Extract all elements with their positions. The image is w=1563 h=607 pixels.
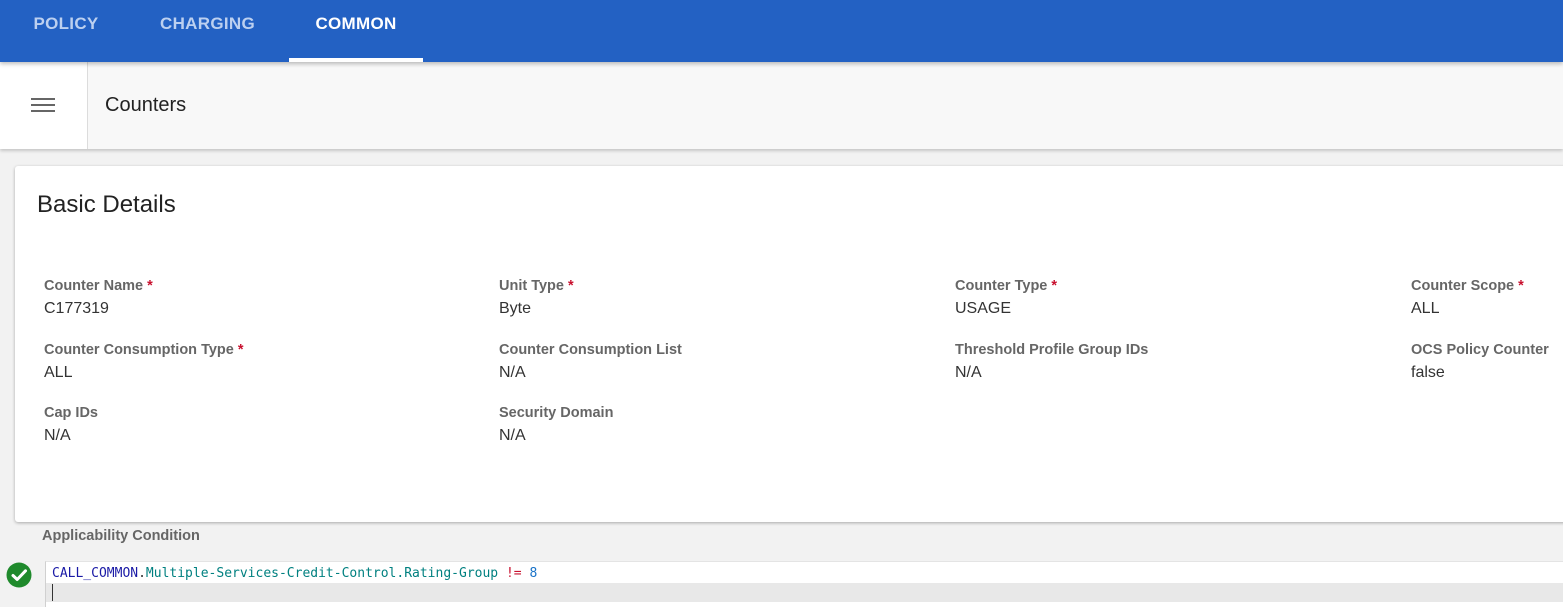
- field-label: Unit Type *: [499, 278, 574, 294]
- hamburger-menu-icon-line: [31, 104, 55, 106]
- applicability-condition-label: Applicability Condition: [42, 528, 200, 544]
- required-marker: *: [567, 278, 574, 294]
- page-title: Counters: [105, 94, 187, 116]
- field-label: Counter Consumption List: [499, 342, 682, 358]
- field-label: Threshold Profile Group IDs: [955, 342, 1149, 358]
- hamburger-menu-icon: [31, 98, 55, 100]
- required-marker: *: [1051, 278, 1058, 294]
- page-toolbar: Counters: [0, 62, 1563, 149]
- field-label: Counter Name *: [44, 278, 153, 294]
- field-value: Byte: [499, 300, 532, 317]
- active-line-highlight: [46, 583, 1563, 602]
- field-label-text: Unit Type: [499, 278, 564, 294]
- field-counter-name: Counter Name * C177319: [44, 278, 153, 318]
- field-label-text: Counter Name: [44, 278, 144, 294]
- field-label-text: Counter Type: [955, 278, 1048, 294]
- required-marker: *: [147, 278, 153, 294]
- field-label: Cap IDs: [44, 405, 98, 421]
- field-counter-consumption-list: Counter Consumption List N/A: [499, 342, 682, 382]
- code-path: Multiple-Services-Credit-Control.Rating-…: [145, 566, 499, 581]
- tab-common[interactable]: COMMON: [289, 0, 423, 62]
- field-label: OCS Policy Counter: [1411, 342, 1549, 358]
- field-cap-ids: Cap IDs N/A: [44, 405, 98, 445]
- field-label: Counter Scope *: [1411, 278, 1524, 294]
- condition-code-editor[interactable]: CALL_COMMON.Multiple-Services-Credit-Con…: [45, 561, 1563, 607]
- field-counter-type: Counter Type * USAGE: [955, 278, 1057, 318]
- check-circle-icon: [6, 562, 32, 588]
- field-label-text: Counter Scope: [1411, 278, 1515, 294]
- code-line: CALL_COMMON.Multiple-Services-Credit-Con…: [52, 566, 537, 581]
- field-value: false: [1411, 364, 1445, 381]
- field-label-text: Counter Consumption Type: [44, 342, 234, 358]
- field-label: Security Domain: [499, 405, 614, 421]
- code-operator: !=: [505, 566, 522, 581]
- tab-policy[interactable]: POLICY: [0, 0, 132, 62]
- text-cursor: [52, 584, 53, 601]
- field-value: N/A: [955, 364, 982, 381]
- required-marker: *: [237, 342, 244, 358]
- field-value: C177319: [44, 300, 109, 317]
- field-value: ALL: [1411, 300, 1440, 317]
- tab-charging[interactable]: CHARGING: [140, 0, 275, 62]
- field-label: Counter Type *: [955, 278, 1057, 294]
- top-navigation-bar: POLICY CHARGING COMMON: [0, 0, 1563, 62]
- field-value: N/A: [44, 427, 71, 444]
- basic-details-card: Basic Details Counter Name * C177319 Unit…: [15, 166, 1563, 522]
- menu-button[interactable]: [0, 62, 88, 149]
- field-unit-type: Unit Type * Byte: [499, 278, 574, 318]
- field-value: ALL: [44, 364, 73, 381]
- field-threshold-profile-group-ids: Threshold Profile Group IDs N/A: [955, 342, 1148, 382]
- field-value: USAGE: [955, 300, 1012, 317]
- card-title: Basic Details: [37, 191, 176, 218]
- field-counter-scope: Counter Scope * ALL: [1411, 278, 1524, 318]
- field-counter-consumption-type: Counter Consumption Type * ALL: [44, 342, 244, 382]
- required-marker: *: [1518, 278, 1524, 294]
- code-number: 8: [529, 566, 538, 581]
- field-label: Counter Consumption Type *: [44, 342, 244, 358]
- field-value: N/A: [499, 364, 526, 381]
- field-security-domain: Security Domain N/A: [499, 405, 613, 445]
- hamburger-menu-icon-line: [31, 110, 55, 112]
- field-ocs-policy-counter: OCS Policy Counter false: [1411, 342, 1549, 382]
- code-dot: .: [138, 566, 146, 581]
- field-value: N/A: [499, 427, 526, 444]
- code-object: CALL_COMMON: [52, 566, 139, 581]
